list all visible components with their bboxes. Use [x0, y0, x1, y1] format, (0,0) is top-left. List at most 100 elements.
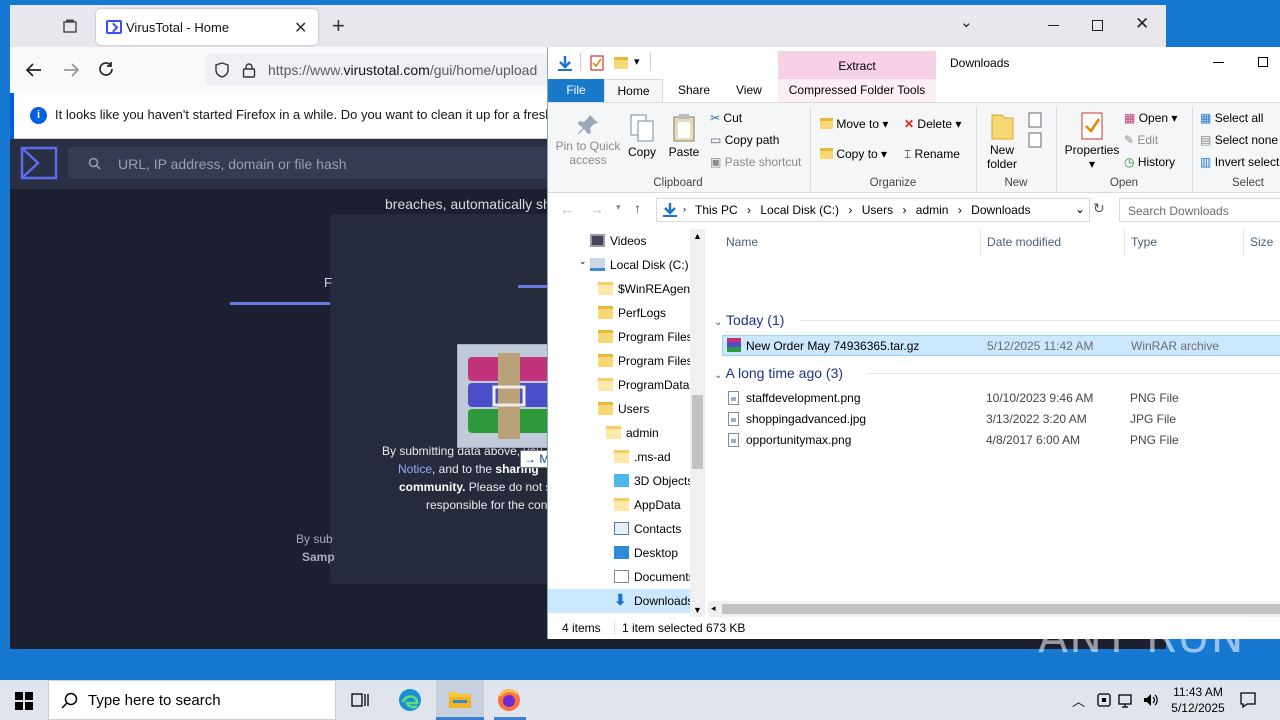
new-folder-button[interactable]: New folder — [982, 111, 1022, 171]
nav-item-program-files-x86[interactable]: Program Files — [548, 349, 690, 373]
breadcrumb-admin[interactable]: admin — [916, 203, 949, 217]
virustotal-logo-icon[interactable] — [20, 146, 58, 180]
nav-up-icon[interactable]: ↑ — [634, 200, 641, 216]
volume-icon[interactable] — [1142, 692, 1160, 708]
copy-to-button[interactable]: Copy to ▾ — [820, 147, 887, 161]
explorer-minimize-icon[interactable] — [1213, 62, 1224, 63]
explorer-maximize-icon[interactable] — [1258, 57, 1268, 67]
breadcrumb-this-pc[interactable]: This PC — [695, 203, 738, 217]
nav-scroll-thumb[interactable] — [692, 395, 703, 469]
select-none-button[interactable]: ▤ Select none — [1200, 133, 1278, 147]
select-all-button[interactable]: ▦ Select all — [1200, 111, 1263, 125]
delete-button[interactable]: ✕ Delete ▾ — [904, 117, 961, 131]
copy-button[interactable]: Copy — [624, 113, 660, 159]
breadcrumb-local-disk[interactable]: Local Disk (C:) — [760, 203, 839, 217]
nav-item-ms-ad[interactable]: .ms-ad — [548, 445, 690, 469]
column-header-type[interactable]: Type — [1131, 235, 1157, 249]
nav-item-winreagent[interactable]: $WinREAgent — [548, 277, 690, 301]
tab-manager-icon[interactable] — [62, 18, 78, 34]
scroll-left-icon[interactable]: ◂ — [711, 603, 716, 614]
nav-item-local-disk[interactable]: ⌄ Local Disk (C:) — [548, 253, 690, 277]
browser-tab-virustotal[interactable]: VirusTotal - Home ✕ — [96, 9, 318, 45]
shield-tray-icon[interactable] — [1096, 692, 1112, 708]
refresh-icon[interactable]: ↻ — [1093, 200, 1105, 217]
ribbon-tab-compressed-folder-tools[interactable]: Compressed Folder Tools — [778, 79, 936, 102]
nav-item-users[interactable]: Users — [548, 397, 690, 421]
nav-item-programdata[interactable]: ProgramData — [548, 373, 690, 397]
open-button[interactable]: ▦ Open ▾ — [1124, 111, 1177, 125]
file-row[interactable]: shoppingadvanced.jpg 3/13/2022 3:20 AM J… — [722, 409, 1280, 430]
recent-locations-icon[interactable]: ▾ — [616, 202, 621, 213]
paste-shortcut-button[interactable]: ▣ Paste shortcut — [710, 155, 801, 169]
file-row[interactable]: opportunitymax.png 4/8/2017 6:00 AM PNG … — [722, 430, 1280, 451]
history-button[interactable]: ◷ History — [1124, 155, 1175, 169]
list-all-tabs-icon[interactable]: ⌄ — [960, 13, 973, 31]
scroll-up-icon[interactable]: ▲ — [693, 231, 702, 241]
contextual-tab-extract[interactable]: Extract — [778, 51, 936, 79]
move-to-button[interactable]: Move to ▾ — [820, 117, 888, 131]
maximize-icon[interactable] — [1092, 20, 1103, 31]
address-box[interactable]: › This PC › Local Disk (C:) › Users › ad… — [656, 198, 1090, 222]
lock-icon[interactable] — [242, 62, 256, 78]
search-downloads-input[interactable]: Search Downloads — [1119, 198, 1280, 222]
taskbar-clock[interactable]: 11:43 AM 5/12/2025 — [1160, 684, 1236, 716]
group-header-long-ago[interactable]: ⌄ A long time ago (3) — [714, 365, 843, 381]
nav-item-documents[interactable]: Documents — [548, 565, 690, 589]
qat-new-folder-icon[interactable] — [614, 57, 628, 69]
nav-item-program-files[interactable]: Program Files — [548, 325, 690, 349]
tracking-shield-icon[interactable] — [214, 62, 230, 78]
ribbon-tab-share[interactable]: Share — [678, 79, 710, 102]
pin-quick-access-button[interactable]: Pin to Quick access — [554, 113, 622, 167]
forward-arrow-icon[interactable] — [62, 61, 80, 79]
rename-button[interactable]: ⌶ Rename — [904, 147, 960, 162]
nav-item-perflogs[interactable]: PerfLogs — [548, 301, 690, 325]
nav-item-desktop[interactable]: Desktop — [548, 541, 690, 565]
column-header-date[interactable]: Date modified — [987, 235, 1061, 249]
back-arrow-icon[interactable] — [25, 61, 43, 79]
taskbar-firefox[interactable] — [486, 680, 534, 720]
close-window-icon[interactable]: ✕ — [1135, 14, 1149, 34]
ribbon-tab-file[interactable]: File — [548, 79, 604, 102]
copy-path-button[interactable]: ▭ Copy path — [710, 133, 779, 147]
vt-tab-label[interactable]: F — [324, 275, 332, 290]
network-icon[interactable] — [1118, 692, 1136, 708]
taskbar-edge[interactable] — [386, 680, 434, 720]
file-row-selected[interactable]: New Order May 74936365.tar.gz 5/12/2025 … — [722, 335, 1280, 356]
new-tab-icon[interactable]: + — [332, 13, 345, 39]
ribbon-tab-home[interactable]: Home — [604, 79, 663, 103]
invert-selection-button[interactable]: ▥ Invert select — [1200, 155, 1279, 169]
column-header-name[interactable]: Name — [726, 235, 758, 249]
tab-close-icon[interactable]: ✕ — [294, 18, 307, 38]
ribbon-tab-view[interactable]: View — [736, 79, 762, 102]
breadcrumb-root-chevron[interactable]: › — [683, 204, 686, 214]
minimize-icon[interactable] — [1048, 25, 1059, 26]
qat-dropdown-icon[interactable]: ▾ — [634, 55, 640, 68]
nav-item-downloads[interactable]: ⬇ Downloads — [548, 589, 690, 613]
taskbar-file-explorer[interactable] — [436, 680, 484, 720]
breadcrumb-downloads[interactable]: Downloads — [971, 203, 1030, 217]
vt-notice-link[interactable]: Notice — [398, 462, 432, 476]
cut-button[interactable]: ✂ Cut — [710, 111, 742, 125]
notifications-icon[interactable] — [1239, 691, 1257, 709]
file-row[interactable]: staffdevelopment.png 10/10/2023 9:46 AM … — [722, 388, 1280, 409]
nav-item-admin[interactable]: admin — [548, 421, 690, 445]
show-hidden-icons-chevron[interactable]: ︿ — [1072, 691, 1085, 710]
taskbar-search-box[interactable]: Type here to search — [48, 680, 336, 720]
qat-properties-icon[interactable] — [590, 55, 604, 71]
nav-back-icon[interactable]: ← — [560, 201, 574, 217]
vt-search-input[interactable]: URL, IP address, domain or file hash — [68, 147, 568, 179]
reload-icon[interactable] — [97, 60, 115, 78]
nav-item-contacts[interactable]: Contacts — [548, 517, 690, 541]
breadcrumb-users[interactable]: Users — [862, 203, 893, 217]
scroll-down-icon[interactable]: ▼ — [693, 605, 702, 615]
nav-item-appdata[interactable]: AppData — [548, 493, 690, 517]
nav-item-3d-objects[interactable]: 3D Objects — [548, 469, 690, 493]
paste-button[interactable]: Paste — [666, 113, 702, 159]
nav-item-videos[interactable]: Videos — [548, 229, 690, 253]
windows-start-icon[interactable] — [15, 692, 33, 710]
group-header-today[interactable]: ⌄ Today (1) — [714, 312, 784, 328]
edit-button[interactable]: ✎ Edit — [1124, 133, 1158, 147]
column-header-size[interactable]: Size — [1250, 235, 1273, 249]
nav-forward-icon[interactable]: → — [590, 201, 604, 217]
address-dropdown-icon[interactable]: ⌄ — [1075, 202, 1085, 216]
